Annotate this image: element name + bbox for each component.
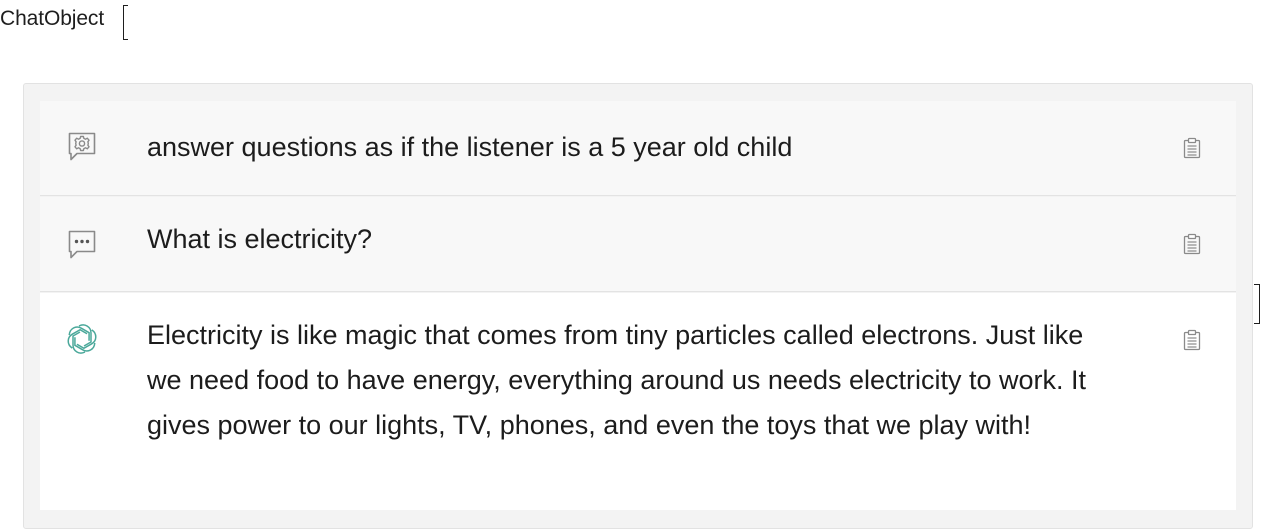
- assistant-message-text: Electricity is like magic that comes fro…: [147, 320, 1087, 440]
- user-message: What is electricity?: [40, 197, 1236, 291]
- system-message: answer questions as if the listener is a…: [40, 101, 1236, 195]
- close-bracket: [1254, 284, 1260, 324]
- copy-icon[interactable]: [1183, 137, 1201, 159]
- copy-icon[interactable]: [1183, 233, 1201, 255]
- copy-icon[interactable]: [1183, 329, 1201, 351]
- message-divider: [40, 195, 1236, 196]
- message-divider: [40, 291, 1236, 292]
- openai-logo-icon: [66, 322, 98, 356]
- assistant-message: Electricity is like magic that comes fro…: [40, 293, 1236, 510]
- chat-object-output: ChatObject answer questions as if the li…: [0, 0, 1264, 532]
- chat-object-head: ChatObject: [0, 7, 105, 30]
- system-message-text: answer questions as if the listener is a…: [147, 132, 793, 162]
- chat-bubble-icon: [66, 228, 98, 262]
- user-message-text: What is electricity?: [147, 224, 373, 254]
- open-bracket: [123, 5, 128, 40]
- gear-bubble-icon: [66, 130, 98, 164]
